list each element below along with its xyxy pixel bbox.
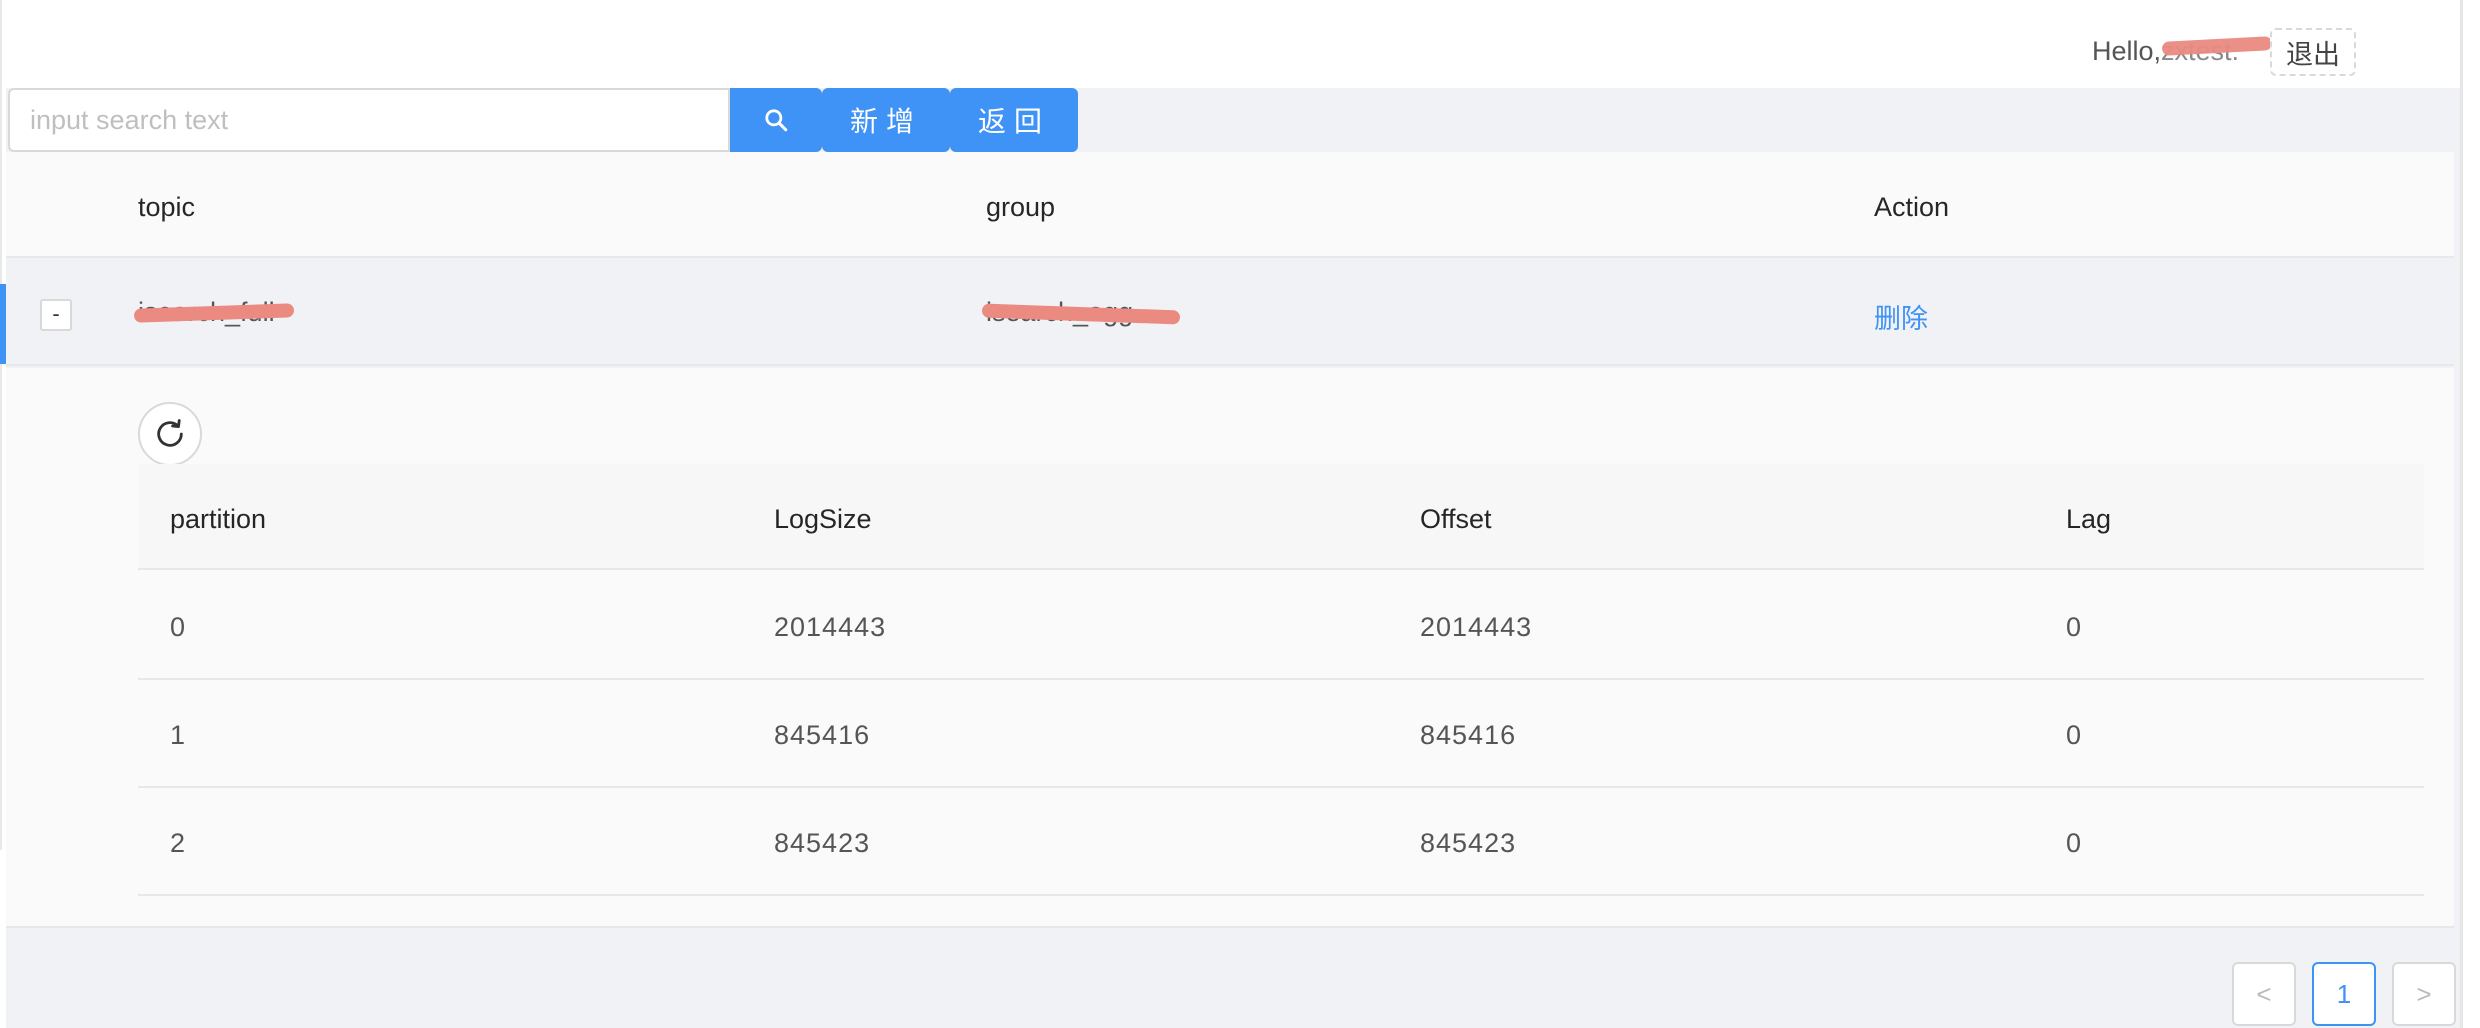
- column-header-topic: topic: [138, 192, 196, 222]
- refresh-icon: [157, 419, 183, 447]
- column-header-logsize: LogSize: [774, 504, 872, 534]
- partition-table-header: partition LogSize Offset Lag: [138, 464, 2424, 570]
- logout-button[interactable]: 退出: [2270, 28, 2356, 76]
- table-header: topic group Action: [6, 152, 2454, 258]
- partition-row: 2 845423 845423 0: [138, 788, 2424, 896]
- pagination-page-1[interactable]: 1: [2312, 962, 2376, 1026]
- right-scroll-border: [2460, 0, 2480, 1028]
- search-icon: [765, 109, 788, 132]
- column-header-action: Action: [1874, 192, 1950, 222]
- back-button[interactable]: 返回: [950, 88, 1078, 152]
- logsize-cell: 845423: [774, 828, 871, 858]
- partition-cell: 0: [170, 612, 187, 642]
- column-header-group: group: [986, 192, 1056, 222]
- logsize-cell: 845416: [774, 720, 871, 750]
- top-header: Hello,zxtest. 退出: [0, 0, 2460, 88]
- offset-cell: 845416: [1420, 720, 1517, 750]
- partition-cell: 2: [170, 828, 187, 858]
- partition-row: 0 2014443 2014443 0: [138, 572, 2424, 680]
- partition-row: 1 845416 845416 0: [138, 680, 2424, 788]
- logsize-cell: 2014443: [774, 612, 887, 642]
- delete-link[interactable]: 删除: [1874, 297, 1928, 336]
- offset-cell: 845423: [1420, 828, 1517, 858]
- lag-cell: 0: [2066, 720, 2083, 750]
- lag-cell: 0: [2066, 612, 2083, 642]
- greeting-prefix: Hello,: [2092, 36, 2162, 66]
- pagination-next-button[interactable]: >: [2392, 962, 2456, 1026]
- partition-cell: 1: [170, 720, 187, 750]
- lag-cell: 0: [2066, 828, 2083, 858]
- search-input[interactable]: [8, 88, 730, 152]
- column-header-lag: Lag: [2066, 504, 2112, 534]
- column-header-partition: partition: [170, 504, 267, 534]
- collapse-row-button[interactable]: -: [40, 299, 72, 331]
- table-row: [6, 260, 2454, 366]
- add-button[interactable]: 新增: [822, 88, 950, 152]
- pagination-prev-button[interactable]: <: [2232, 962, 2296, 1026]
- column-header-offset: Offset: [1420, 504, 1492, 534]
- offset-cell: 2014443: [1420, 612, 1533, 642]
- search-button[interactable]: [730, 88, 822, 152]
- expanded-row-marker: [0, 284, 6, 364]
- refresh-button[interactable]: [138, 402, 202, 466]
